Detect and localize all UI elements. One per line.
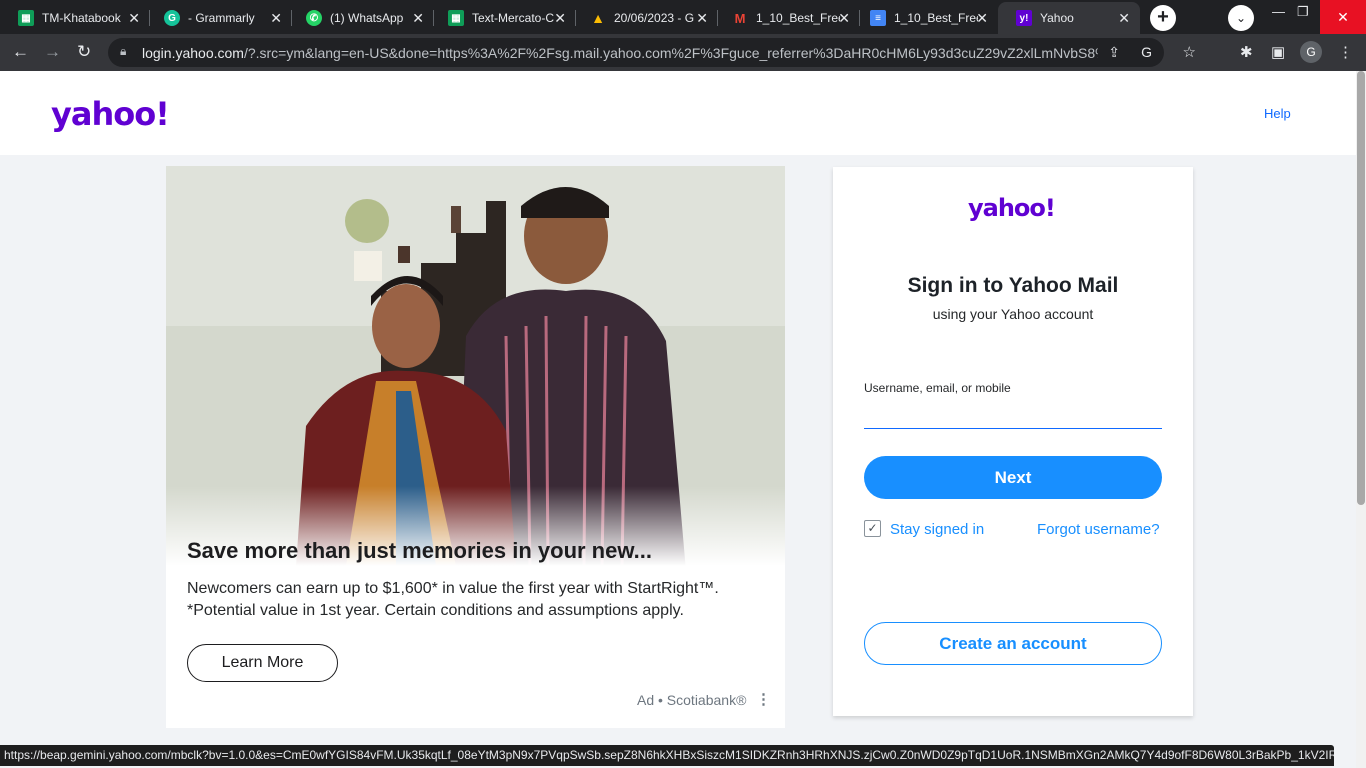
window-close-icon[interactable]: ✕ [1320, 0, 1366, 34]
forgot-username-link[interactable]: Forgot username? [1037, 521, 1160, 538]
page-scrollbar[interactable] [1356, 71, 1366, 768]
ad-options-icon[interactable]: ⋮ [756, 690, 771, 708]
browser-toolbar: ← → ↻ 🔒︎ login.yahoo.com/?.src=ym&lang=e… [0, 34, 1366, 71]
google-sheets-icon: ▦ [448, 10, 464, 26]
username-input[interactable] [864, 403, 1162, 429]
restore-icon[interactable]: ❐ [1297, 4, 1309, 20]
ad-sponsor-label[interactable]: Ad • Scotiabank® [637, 692, 746, 708]
stay-signed-in-checkbox[interactable]: ✓ [864, 520, 881, 537]
page-content: yahoo! Help Save more than just memories… [0, 71, 1366, 768]
yahoo-logo-small: yahoo! [968, 194, 1056, 222]
close-tab-icon[interactable]: ✕ [554, 10, 566, 27]
close-tab-icon[interactable]: ✕ [1118, 10, 1130, 27]
username-label: Username, email, or mobile [864, 381, 1011, 395]
tab-title: TM-Khatabook [42, 11, 121, 25]
browser-tab[interactable]: G - Grammarly ✕ [146, 2, 292, 34]
signin-subtitle: using your Yahoo account [932, 306, 1094, 322]
browser-tab[interactable]: ✆ (1) WhatsApp ✕ [288, 2, 434, 34]
tab-search-icon[interactable]: ⌄ [1228, 5, 1254, 31]
page-header: yahoo! Help [0, 71, 1356, 155]
whatsapp-icon: ✆ [306, 10, 322, 26]
google-sheets-icon: ▦ [18, 10, 34, 26]
close-tab-icon[interactable]: ✕ [976, 10, 988, 27]
close-tab-icon[interactable]: ✕ [412, 10, 424, 27]
create-account-button[interactable]: Create an account [864, 622, 1162, 665]
next-button[interactable]: Next [864, 456, 1162, 499]
browser-tab[interactable]: ▦ Text-Mercato-C ✕ [430, 2, 576, 34]
close-tab-icon[interactable]: ✕ [696, 10, 708, 27]
url-text: login.yahoo.com/?.src=ym&lang=en-US&done… [142, 45, 1098, 61]
profile-avatar[interactable]: G [1300, 41, 1322, 63]
close-tab-icon[interactable]: ✕ [270, 10, 282, 27]
google-drive-icon: ▲ [591, 10, 605, 26]
back-icon[interactable]: ← [12, 42, 29, 62]
signin-title: Sign in to Yahoo Mail [907, 274, 1119, 297]
tab-title: 1_10_Best_Free [894, 11, 978, 25]
tab-title: Text-Mercato-C [472, 11, 555, 25]
ad-card[interactable]: Save more than just memories in your new… [166, 166, 785, 728]
status-bar-link-preview: https://beap.gemini.yahoo.com/mbclk?bv=1… [0, 745, 1334, 766]
reload-icon[interactable]: ↻ [77, 42, 91, 62]
google-lens-icon[interactable]: G [1141, 44, 1152, 60]
tab-title: (1) WhatsApp [330, 11, 404, 25]
tab-title: Yahoo [1040, 11, 1074, 25]
ad-description[interactable]: Newcomers can earn up to $1,600* in valu… [187, 578, 747, 622]
bookmark-star-icon[interactable]: ☆ [1183, 43, 1196, 61]
ad-title[interactable]: Save more than just memories in your new… [187, 538, 652, 564]
browser-tab-strip: ▦ TM-Khatabook ✕ G - Grammarly ✕ ✆ (1) W… [0, 0, 1366, 34]
close-tab-icon[interactable]: ✕ [838, 10, 850, 27]
url-path: /?.src=ym&lang=en-US&done=https%3A%2F%2F… [243, 45, 1098, 61]
stay-signed-in-label[interactable]: Stay signed in [890, 521, 984, 538]
browser-menu-icon[interactable]: ⋮ [1338, 43, 1353, 61]
side-panel-icon[interactable]: ▣ [1271, 43, 1285, 61]
tab-title: 1_10_Best_Free [756, 11, 840, 25]
yahoo-logo[interactable]: yahoo! [51, 95, 170, 133]
learn-more-button[interactable]: Learn More [187, 644, 338, 682]
browser-tab[interactable]: M 1_10_Best_Free ✕ [714, 2, 860, 34]
checkmark-icon: ✓ [867, 521, 878, 535]
share-icon[interactable]: ⇪ [1108, 44, 1120, 61]
url-host: login.yahoo.com [142, 45, 244, 61]
close-tab-icon[interactable]: ✕ [128, 10, 140, 27]
browser-tab[interactable]: ▦ TM-Khatabook ✕ [0, 2, 150, 34]
help-link[interactable]: Help [1264, 106, 1291, 121]
minimize-icon[interactable]: — [1272, 4, 1285, 19]
scrollbar-thumb[interactable] [1357, 71, 1365, 505]
extensions-icon[interactable]: ✱ [1240, 43, 1253, 61]
new-tab-button[interactable]: + [1150, 5, 1176, 31]
gmail-icon: M [734, 10, 746, 26]
ad-image[interactable] [166, 166, 785, 566]
browser-tab[interactable]: ▲ 20/06/2023 - G ✕ [572, 2, 718, 34]
tab-title: 20/06/2023 - G [614, 11, 695, 25]
browser-tab-active[interactable]: y! Yahoo ✕ [998, 2, 1140, 34]
browser-tab[interactable]: ≡ 1_10_Best_Free ✕ [852, 2, 998, 34]
yahoo-icon: y! [1016, 10, 1032, 26]
tab-title: - Grammarly [188, 11, 255, 25]
google-docs-icon: ≡ [870, 10, 886, 26]
grammarly-icon: G [164, 10, 180, 26]
forward-icon[interactable]: → [44, 42, 61, 62]
address-bar[interactable]: 🔒︎ login.yahoo.com/?.src=ym&lang=en-US&d… [108, 38, 1196, 67]
login-card: yahoo! Sign in to Yahoo Mail using your … [833, 167, 1193, 716]
lock-icon[interactable]: 🔒︎ [120, 44, 126, 59]
